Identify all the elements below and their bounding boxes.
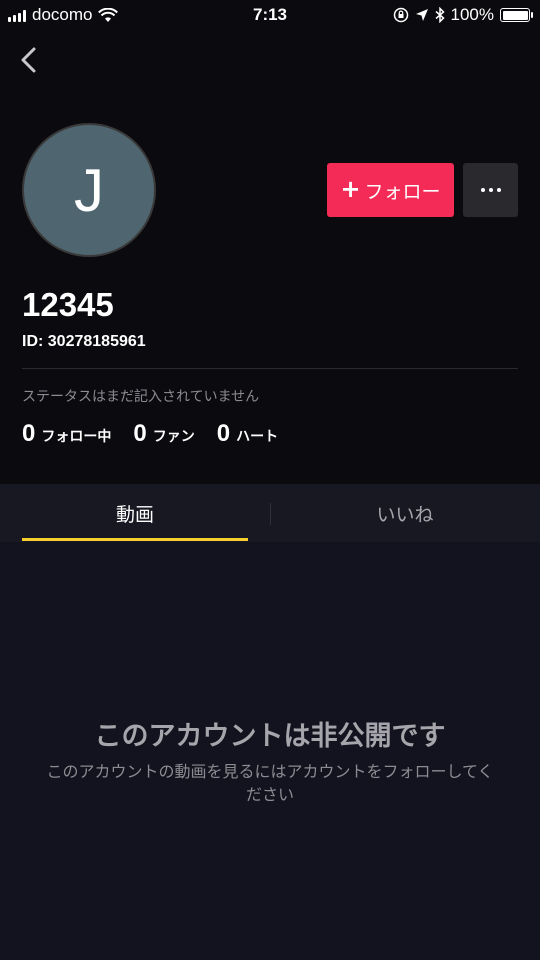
back-button[interactable] (14, 44, 46, 76)
orientation-lock-icon (393, 7, 408, 23)
bio: ステータスはまだ記入されていません (22, 389, 260, 405)
stat-count: 0 (22, 420, 36, 447)
stat-fans[interactable]: 0 ファン (133, 420, 194, 448)
stat-label: ファン (152, 429, 195, 445)
stat-count: 0 (133, 420, 147, 447)
battery-level (502, 10, 528, 20)
battery-percent: 100% (450, 5, 494, 24)
private-account-title: このアカウントは非公開です (94, 721, 446, 752)
chevron-left-icon (21, 47, 36, 73)
stat-count: 0 (216, 420, 231, 447)
location-arrow-icon (415, 9, 428, 21)
divider (22, 368, 518, 369)
battery-icon (500, 8, 533, 22)
stat-label: ハート (236, 429, 279, 445)
user-id: ID: 30278185961 (22, 333, 146, 350)
tab-likes[interactable]: いいね (271, 484, 539, 542)
tab-bar: 動画 いいね (0, 484, 540, 542)
status-bar: docomo 7:13 100% (0, 0, 540, 30)
stats: 0 フォロー中 0 ファン 0 ハート (22, 420, 300, 448)
avatar-initial: J (74, 156, 104, 224)
avatar[interactable]: J (22, 123, 156, 257)
status-right: 100% (393, 5, 533, 25)
tab-active-indicator (22, 538, 248, 541)
follow-label: フォロー (364, 180, 441, 203)
more-options-button[interactable] (463, 163, 518, 217)
stat-label: フォロー中 (41, 429, 112, 445)
follow-button[interactable]: + フォロー (327, 163, 454, 217)
username: 12345 (22, 286, 114, 323)
stat-following[interactable]: 0 フォロー中 (22, 420, 111, 448)
stat-hearts[interactable]: 0 ハート (217, 420, 278, 448)
tab-videos[interactable]: 動画 (22, 484, 248, 542)
bluetooth-icon (435, 7, 445, 23)
plus-icon: + (340, 175, 361, 203)
private-account-description: このアカウントの動画を見るにはアカウントをフォローしてください (46, 762, 494, 804)
more-icon (480, 188, 501, 192)
